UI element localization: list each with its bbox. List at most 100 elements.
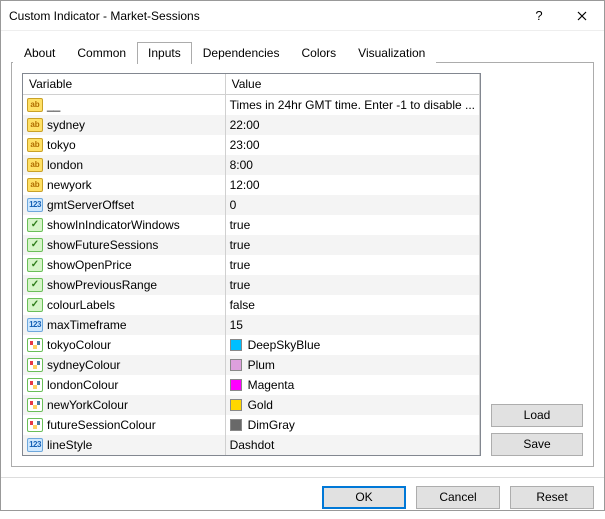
table-row[interactable]: ✓colourLabelsfalse	[23, 295, 480, 315]
value-cell[interactable]: Plum	[225, 355, 479, 375]
table-row[interactable]: abtokyo 23:00	[23, 135, 480, 155]
table-row[interactable]: 123maxTimeframe15	[23, 315, 480, 335]
color-swatch	[230, 399, 242, 411]
col-value[interactable]: Value	[232, 77, 262, 91]
value-cell[interactable]: Dashdot	[225, 435, 479, 455]
value-cell[interactable]: true	[225, 255, 479, 275]
table-row[interactable]: londonColourMagenta	[23, 375, 480, 395]
value-cell[interactable]: 8:00	[225, 155, 479, 175]
table-row[interactable]: newYorkColour Gold	[23, 395, 480, 415]
variable-name: showPreviousRange	[47, 278, 157, 292]
table-row[interactable]: sydneyColour Plum	[23, 355, 480, 375]
variable-name: showOpenPrice	[47, 258, 132, 272]
string-type-icon: ab	[27, 118, 43, 132]
value-cell[interactable]: true	[225, 275, 479, 295]
value-cell[interactable]: 15	[225, 315, 479, 335]
value-cell[interactable]: DimGray	[225, 415, 479, 435]
ok-button[interactable]: OK	[322, 486, 406, 509]
parameters-grid[interactable]: Variable Value ab__Times in 24hr GMT tim…	[22, 73, 481, 456]
value-text: 23:00	[230, 138, 260, 152]
variable-cell[interactable]: londonColour	[23, 375, 225, 395]
table-row[interactable]: futureSessionColour DimGray	[23, 415, 480, 435]
color-type-icon	[27, 358, 43, 372]
value-cell[interactable]: 23:00	[225, 135, 479, 155]
variable-cell[interactable]: 123lineStyle	[23, 435, 225, 455]
variable-cell[interactable]: newYorkColour	[23, 395, 225, 415]
value-cell[interactable]: 22:00	[225, 115, 479, 135]
value-cell[interactable]: 12:00	[225, 175, 479, 195]
color-swatch	[230, 419, 242, 431]
variable-cell[interactable]: 123maxTimeframe	[23, 315, 225, 335]
value-text: true	[230, 218, 251, 232]
table-row[interactable]: tokyoColourDeepSkyBlue	[23, 335, 480, 355]
variable-name: sydney	[47, 118, 85, 132]
variable-name: futureSessionColour	[47, 418, 156, 432]
close-button[interactable]	[559, 1, 604, 31]
color-type-icon	[27, 418, 43, 432]
tab-common[interactable]: Common	[66, 42, 137, 63]
value-cell[interactable]: Magenta	[225, 375, 479, 395]
tab-dependencies[interactable]: Dependencies	[192, 42, 291, 63]
cancel-button[interactable]: Cancel	[416, 486, 500, 509]
variable-name: sydneyColour	[47, 358, 120, 372]
variable-cell[interactable]: 123gmtServerOffset	[23, 195, 225, 215]
variable-cell[interactable]: abtokyo	[23, 135, 225, 155]
tab-visualization[interactable]: Visualization	[347, 42, 436, 63]
table-row[interactable]: 123lineStyleDashdot	[23, 435, 480, 455]
variable-name: gmtServerOffset	[47, 198, 134, 212]
reset-button[interactable]: Reset	[510, 486, 594, 509]
color-swatch	[230, 359, 242, 371]
string-type-icon: ab	[27, 178, 43, 192]
table-row[interactable]: ablondon8:00	[23, 155, 480, 175]
value-text: 0	[230, 198, 237, 212]
string-type-icon: ab	[27, 158, 43, 172]
table-row[interactable]: ✓ showPreviousRange true	[23, 275, 480, 295]
variable-cell[interactable]: ab sydney	[23, 115, 225, 135]
value-text: Gold	[248, 398, 273, 412]
bool-type-icon: ✓	[27, 298, 43, 312]
value-cell[interactable]: Times in 24hr GMT time. Enter -1 to disa…	[225, 95, 479, 115]
variable-cell[interactable]: futureSessionColour	[23, 415, 225, 435]
value-text: 22:00	[230, 118, 260, 132]
variable-cell[interactable]: sydneyColour	[23, 355, 225, 375]
variable-cell[interactable]: ✓showOpenPrice	[23, 255, 225, 275]
value-cell[interactable]: 0	[225, 195, 479, 215]
value-text: true	[230, 238, 251, 252]
variable-name: lineStyle	[47, 438, 92, 452]
save-button[interactable]: Save	[491, 433, 583, 456]
variable-cell[interactable]: ablondon	[23, 155, 225, 175]
variable-cell[interactable]: ✓colourLabels	[23, 295, 225, 315]
variable-name: newYorkColour	[47, 398, 128, 412]
load-button[interactable]: Load	[491, 404, 583, 427]
table-row[interactable]: ab sydney 22:00	[23, 115, 480, 135]
variable-cell[interactable]: ab__	[23, 95, 225, 115]
table-row[interactable]: 123gmtServerOffset 0	[23, 195, 480, 215]
number-type-icon: 123	[27, 318, 43, 332]
bool-type-icon: ✓	[27, 218, 43, 232]
variable-cell[interactable]: tokyoColour	[23, 335, 225, 355]
table-row[interactable]: abnewyork12:00	[23, 175, 480, 195]
variable-name: __	[47, 98, 60, 112]
table-row[interactable]: ab__ Times in 24hr GMT time. Enter -1 to …	[23, 95, 480, 115]
table-row[interactable]: ✓showInIndicatorWindows true	[23, 215, 480, 235]
variable-cell[interactable]: ✓showInIndicatorWindows	[23, 215, 225, 235]
value-cell[interactable]: DeepSkyBlue	[225, 335, 479, 355]
tab-inputs[interactable]: Inputs	[137, 42, 192, 64]
variable-cell[interactable]: ✓showFutureSessions	[23, 235, 225, 255]
variable-cell[interactable]: abnewyork	[23, 175, 225, 195]
titlebar: Custom Indicator - Market-Sessions ?	[1, 1, 604, 31]
variable-cell[interactable]: ✓ showPreviousRange	[23, 275, 225, 295]
value-cell[interactable]: false	[225, 295, 479, 315]
help-button[interactable]: ?	[519, 1, 559, 31]
bool-type-icon: ✓	[27, 278, 43, 292]
value-cell[interactable]: Gold	[225, 395, 479, 415]
dialog-window: Custom Indicator - Market-Sessions ? Abo…	[0, 0, 605, 511]
col-variable[interactable]: Variable	[29, 77, 72, 91]
tab-about[interactable]: About	[13, 42, 66, 63]
value-cell[interactable]: true	[225, 235, 479, 255]
value-cell[interactable]: true	[225, 215, 479, 235]
table-row[interactable]: ✓showOpenPricetrue	[23, 255, 480, 275]
table-row[interactable]: ✓showFutureSessions true	[23, 235, 480, 255]
tab-colors[interactable]: Colors	[290, 42, 347, 63]
value-text: Times in 24hr GMT time. Enter -1 to disa…	[230, 98, 475, 112]
